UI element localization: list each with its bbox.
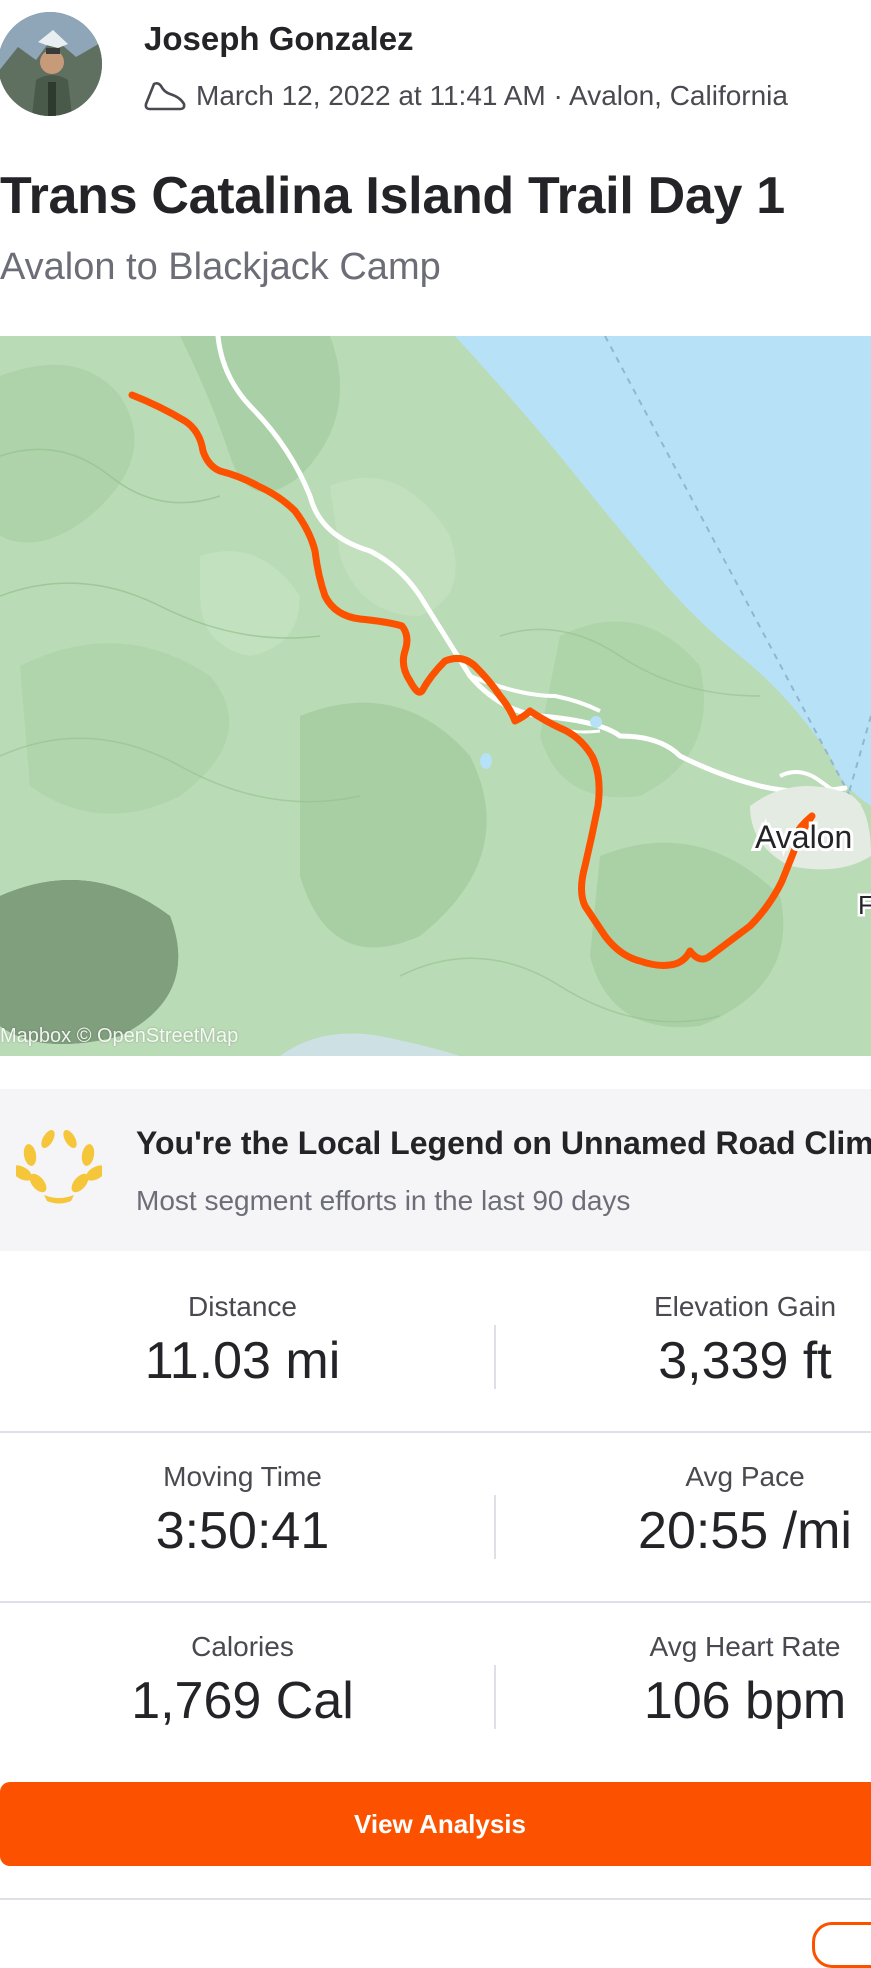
shoe-icon bbox=[144, 82, 186, 111]
stat-value: 11.03 mi bbox=[144, 1332, 341, 1390]
laurel-icon bbox=[16, 1129, 102, 1204]
activity-date-location: March 12, 2022 at 11:41 AM · Avalon, Cal… bbox=[196, 80, 788, 111]
stat-avg-pace: Avg Pace 20:55 /mi bbox=[496, 1431, 871, 1601]
stats-row-3: Calories 1,769 Cal Avg Heart Rate 106 bp… bbox=[0, 1601, 871, 1771]
stat-value: 106 bpm bbox=[643, 1672, 847, 1730]
map-place-label: Avalon bbox=[755, 819, 852, 855]
avatar[interactable] bbox=[0, 12, 102, 116]
local-legend-title: You're the Local Legend on Unnamed Road … bbox=[136, 1125, 871, 1161]
stat-label: Elevation Gain bbox=[653, 1291, 837, 1322]
stat-value: 1,769 Cal bbox=[131, 1672, 354, 1730]
stats-row-1: Distance 11.03 mi Elevation Gain 3,339 f… bbox=[0, 1261, 871, 1433]
stat-label: Distance bbox=[188, 1291, 297, 1322]
avatar-image bbox=[0, 12, 102, 116]
stat-moving-time: Moving Time 3:50:41 bbox=[0, 1431, 485, 1601]
local-legend-banner[interactable]: You're the Local Legend on Unnamed Road … bbox=[0, 1089, 871, 1251]
activity-header: Joseph Gonzalez March 12, 2022 at 11:41 … bbox=[0, 0, 871, 130]
stat-label: Avg Heart Rate bbox=[649, 1631, 841, 1662]
stat-avg-heart-rate: Avg Heart Rate 106 bpm bbox=[496, 1601, 871, 1771]
route-map[interactable]: Avalon F Mapbox © OpenStreetMap bbox=[0, 336, 871, 1056]
stats-row-2: Moving Time 3:50:41 Avg Pace 20:55 /mi bbox=[0, 1431, 871, 1603]
athlete-name[interactable]: Joseph Gonzalez bbox=[144, 20, 414, 58]
view-analysis-button[interactable]: View Analysis bbox=[0, 1782, 871, 1866]
stat-label: Moving Time bbox=[163, 1461, 322, 1492]
stat-distance: Distance 11.03 mi bbox=[0, 1261, 485, 1431]
stat-calories: Calories 1,769 Cal bbox=[0, 1601, 485, 1771]
stat-label: Calories bbox=[191, 1631, 294, 1662]
stat-elevation-gain: Elevation Gain 3,339 ft bbox=[496, 1261, 871, 1431]
stat-value: 3,339 ft bbox=[658, 1332, 832, 1390]
activity-title: Trans Catalina Island Trail Day 1 bbox=[0, 167, 785, 225]
activity-description: Avalon to Blackjack Camp bbox=[0, 246, 441, 288]
stat-value: 3:50:41 bbox=[155, 1502, 330, 1560]
map-attribution: Mapbox © OpenStreetMap bbox=[0, 1025, 239, 1047]
stat-label: Avg Pace bbox=[685, 1461, 805, 1492]
partial-badge[interactable] bbox=[812, 1922, 871, 1968]
local-legend-subtitle: Most segment efforts in the last 90 days bbox=[136, 1185, 631, 1216]
map-edge-label: F bbox=[858, 890, 871, 920]
activity-meta: March 12, 2022 at 11:41 AM · Avalon, Cal… bbox=[142, 76, 788, 116]
section-divider bbox=[0, 1898, 871, 1900]
stat-value: 20:55 /mi bbox=[638, 1502, 852, 1560]
map-canvas: Avalon F bbox=[0, 336, 871, 1056]
